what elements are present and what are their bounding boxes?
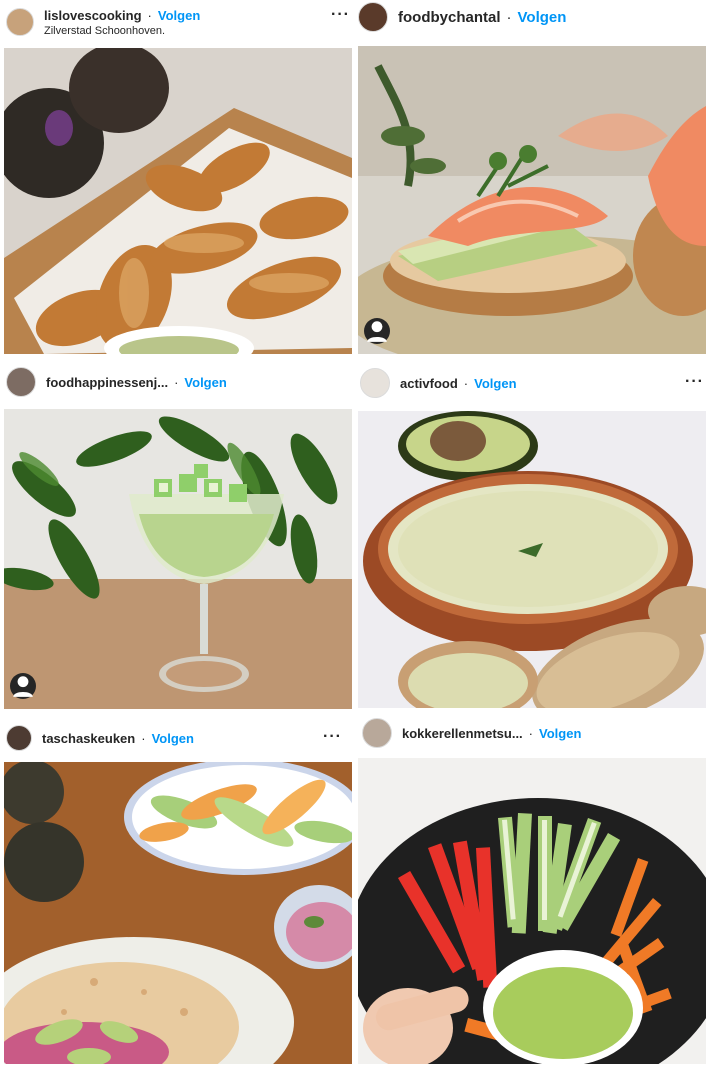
more-options-icon[interactable]: ··· <box>331 6 350 24</box>
wrap-salad-hummus-photo[interactable] <box>4 762 352 1064</box>
username[interactable]: lislovescooking <box>44 8 142 23</box>
avatar[interactable] <box>6 367 36 397</box>
separator: · <box>528 725 534 741</box>
avatar[interactable] <box>358 2 388 32</box>
avocado-cocktail-glass-photo[interactable] <box>4 409 352 709</box>
post-header: taschaskeuken · Volgen ··· <box>0 710 356 766</box>
person-tag-icon[interactable] <box>10 673 36 699</box>
separator: · <box>141 730 146 746</box>
location[interactable]: Zilverstad Schoonhoven. <box>44 25 200 37</box>
post-card: lislovescooking · Volgen Zilverstad Scho… <box>0 0 356 357</box>
avatar[interactable] <box>362 718 392 748</box>
follow-button[interactable]: Volgen <box>474 376 516 391</box>
fried-chicken-avocado-photo[interactable] <box>4 48 352 354</box>
post-card: foodhappinessenj... · Volgen <box>0 357 356 710</box>
follow-button[interactable]: Volgen <box>518 9 567 26</box>
username[interactable]: kokkerellenmetsu... <box>402 726 523 741</box>
avatar[interactable] <box>6 8 34 36</box>
post-card: activfood · Volgen ··· <box>356 357 710 710</box>
separator: · <box>463 375 469 391</box>
separator: · <box>147 7 152 23</box>
post-card: kokkerellenmetsu... · Volgen <box>356 710 710 1066</box>
veggie-sticks-dip-photo[interactable] <box>358 758 706 1064</box>
separator: · <box>506 8 512 26</box>
follow-button[interactable]: Volgen <box>158 8 200 23</box>
follow-button[interactable]: Volgen <box>152 731 194 746</box>
post-card: foodbychantal · Volgen <box>356 0 710 357</box>
avatar[interactable] <box>360 368 390 398</box>
post-header: kokkerellenmetsu... · Volgen <box>356 710 710 756</box>
person-tag-icon[interactable] <box>364 318 390 344</box>
avatar[interactable] <box>6 725 32 751</box>
follow-button[interactable]: Volgen <box>539 726 581 741</box>
post-card: taschaskeuken · Volgen ··· <box>0 710 356 1066</box>
post-header: foodhappinessenj... · Volgen <box>0 357 356 407</box>
avocado-dip-bowl-photo[interactable] <box>358 411 706 708</box>
post-header: lislovescooking · Volgen Zilverstad Scho… <box>0 0 356 44</box>
follow-button[interactable]: Volgen <box>184 375 226 390</box>
username[interactable]: taschaskeuken <box>42 731 135 746</box>
post-header: activfood · Volgen ··· <box>356 357 710 409</box>
salmon-avocado-toast-photo[interactable] <box>358 46 706 354</box>
separator: · <box>174 374 179 390</box>
more-options-icon[interactable]: ··· <box>323 728 342 746</box>
post-header: foodbychantal · Volgen <box>356 0 710 34</box>
username[interactable]: foodhappinessenj... <box>46 375 168 390</box>
username[interactable]: activfood <box>400 376 458 391</box>
more-options-icon[interactable]: ··· <box>685 373 704 391</box>
username[interactable]: foodbychantal <box>398 9 501 26</box>
